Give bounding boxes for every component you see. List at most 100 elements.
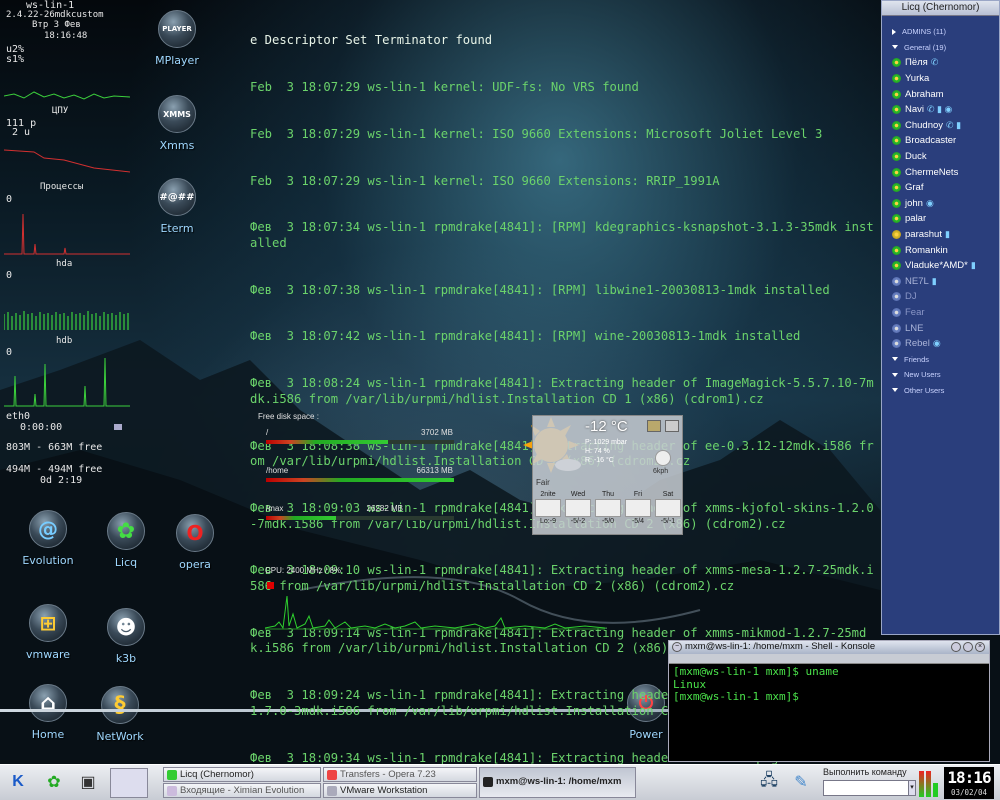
contact-status-icons: ✆ ▮ xyxy=(946,119,962,130)
minimize-icon[interactable] xyxy=(951,642,961,652)
cloud-icon xyxy=(535,499,561,517)
contact-item[interactable]: Rebel ◉ xyxy=(892,336,999,352)
task-vmware[interactable]: VMware Workstation xyxy=(323,783,477,798)
run-command-input[interactable] xyxy=(823,780,909,796)
offline-flower-icon xyxy=(892,292,901,302)
group-label: ADMINS (11) xyxy=(902,27,947,37)
disk-row-max: /max 26282 MB xyxy=(258,504,468,542)
cloud-icon xyxy=(595,499,621,517)
forecast-day-temp: -5/4 xyxy=(631,518,645,525)
network-tray-icon[interactable]: 🖧 xyxy=(755,768,783,796)
mplayer-icon: PLAYER xyxy=(158,10,196,48)
task-evolution[interactable]: Входящие - Ximian Evolution xyxy=(163,783,321,798)
meter-bar xyxy=(926,771,931,797)
contact-item[interactable]: Chudnoy ✆ ▮ xyxy=(892,118,999,134)
evolution-small-icon xyxy=(167,786,177,796)
contact-item[interactable]: Navi ✆ ▮ ◉ xyxy=(892,102,999,118)
vmware-desktop-icon[interactable]: ⊞ vmware xyxy=(8,604,88,661)
mplayer-desktop-icon[interactable]: PLAYER MPlayer xyxy=(137,10,217,67)
disk-bar xyxy=(266,440,454,444)
weather-panel: -12 °C P: 1029 mbar H: 74 % R: -16 °C Fa… xyxy=(532,415,683,535)
opera-icon: O xyxy=(176,514,214,552)
taskbar-clock[interactable]: 18:16 03/02/04 xyxy=(944,767,994,799)
contact-item[interactable]: Romankin xyxy=(892,242,999,258)
online-flower-icon xyxy=(892,136,901,146)
contact-item[interactable]: Abraham xyxy=(892,86,999,102)
licq-title-bar[interactable]: Licq (Chernomor) xyxy=(882,1,999,16)
group-label: Other Users xyxy=(904,385,945,395)
gk-memory: 803M - 663M free xyxy=(6,442,103,453)
group-new-users[interactable]: New Users xyxy=(892,367,999,383)
konsole-menubar[interactable] xyxy=(669,654,989,664)
contact-status-icons: ✆ xyxy=(930,57,939,68)
contact-name: Romankin xyxy=(905,244,948,256)
log-line: Feb 3 18:07:29 ws-lin-1 kernel: ISO 9660… xyxy=(250,173,720,188)
licq-desktop-icon[interactable]: ✿ Licq xyxy=(86,512,166,569)
gk-user-count: 2 u xyxy=(12,127,31,138)
network-desktop-icon[interactable]: § NetWork xyxy=(80,686,160,743)
contact-item[interactable]: Vladuke*AMD* ▮ xyxy=(892,258,999,274)
disk-name: /home xyxy=(266,466,289,475)
disk-title: Free disk space : xyxy=(258,412,319,421)
contact-item[interactable]: DJ xyxy=(892,289,999,305)
forecast-day: Fri -5/4 xyxy=(623,491,653,525)
window-menu-icon[interactable]: − xyxy=(672,642,682,652)
gk-eth-label: eth0 xyxy=(6,411,31,422)
weather-feels: R: -16 °C xyxy=(585,457,614,464)
opera-desktop-icon[interactable]: O opera xyxy=(155,514,235,571)
contact-item[interactable]: Broadcaster xyxy=(892,133,999,149)
close-icon[interactable]: × xyxy=(975,642,985,652)
cpu-monitor: CPU: 2400 MHz / 8% xyxy=(265,566,605,636)
contact-item[interactable]: parashut ▮ xyxy=(892,227,999,243)
k3b-desktop-icon[interactable]: ☻ k3b xyxy=(86,608,166,665)
contact-status-icons: ◉ xyxy=(925,197,934,208)
disk-row-root: / 3702 MB xyxy=(258,428,468,466)
terminal-launcher-icon[interactable]: ▣ xyxy=(74,768,102,796)
contact-item[interactable]: Yurka xyxy=(892,71,999,87)
vmware-icon: ⊞ xyxy=(29,604,67,642)
contact-item[interactable]: Graf xyxy=(892,180,999,196)
weather-refresh-button[interactable] xyxy=(647,420,661,432)
contact-item[interactable]: Пёля ✆ xyxy=(892,55,999,71)
task-label: mxm@ws-lin-1: /home/mxm xyxy=(496,776,622,787)
forecast-day-temp: Lo:-9 xyxy=(540,518,556,525)
contact-item[interactable]: Fear xyxy=(892,305,999,321)
meter-bar xyxy=(933,783,938,797)
contact-name: Chudnoy xyxy=(905,119,944,131)
xmms-desktop-icon[interactable]: XMMS Xmms xyxy=(137,95,217,152)
contact-name: parashut xyxy=(905,229,942,241)
cloud-icon xyxy=(565,499,591,517)
disk-space-monitor: Free disk space : / 3702 MB /home 66313 … xyxy=(258,412,468,542)
contact-item[interactable]: palar xyxy=(892,211,999,227)
desktop-pager[interactable] xyxy=(110,768,148,798)
contact-status-icons: ▮ xyxy=(944,229,950,240)
evolution-desktop-icon[interactable]: @ Evolution xyxy=(8,510,88,567)
licq-label: Licq xyxy=(114,556,138,569)
task-licq[interactable]: Licq (Chernomor) xyxy=(163,767,321,782)
contact-item[interactable]: Duck xyxy=(892,149,999,165)
task-konsole[interactable]: mxm@ws-lin-1: /home/mxm xyxy=(479,767,636,798)
contact-item[interactable]: john ◉ xyxy=(892,196,999,212)
maximize-icon[interactable] xyxy=(963,642,973,652)
group-friends[interactable]: Friends xyxy=(892,351,999,367)
group-general[interactable]: General (19) xyxy=(892,40,999,56)
contact-item[interactable]: ChermeNets xyxy=(892,164,999,180)
chevron-down-icon[interactable]: ▾ xyxy=(908,780,916,796)
clipboard-tray-icon[interactable]: ✎ xyxy=(787,768,815,796)
gk-hda-graph xyxy=(4,213,130,255)
disk-row-home: /home 66313 MB xyxy=(258,466,468,504)
konsole-title-bar[interactable]: − mxm@ws-lin-1: /home/mxm - Shell - Kons… xyxy=(669,641,989,654)
contact-item[interactable]: NE7L ▮ xyxy=(892,274,999,290)
licq-launcher-icon[interactable]: ✿ xyxy=(40,768,68,796)
kde-menu-icon[interactable]: K xyxy=(4,768,32,796)
task-opera[interactable]: Transfers - Opera 7.23 xyxy=(323,767,477,782)
home-desktop-icon[interactable]: ⌂ Home xyxy=(8,684,88,741)
konsole-terminal[interactable]: [mxm@ws-lin-1 mxm]$ uname Linux [mxm@ws-… xyxy=(669,664,989,706)
group-other-users[interactable]: Other Users xyxy=(892,383,999,399)
eterm-desktop-icon[interactable]: #@## Eterm xyxy=(137,178,217,235)
gk-hdb-label: hdb xyxy=(56,336,73,346)
group-admins[interactable]: ADMINS (11) xyxy=(892,24,999,40)
contact-item[interactable]: LNE xyxy=(892,320,999,336)
contact-name: Graf xyxy=(905,182,924,194)
weather-settings-button[interactable] xyxy=(665,420,679,432)
